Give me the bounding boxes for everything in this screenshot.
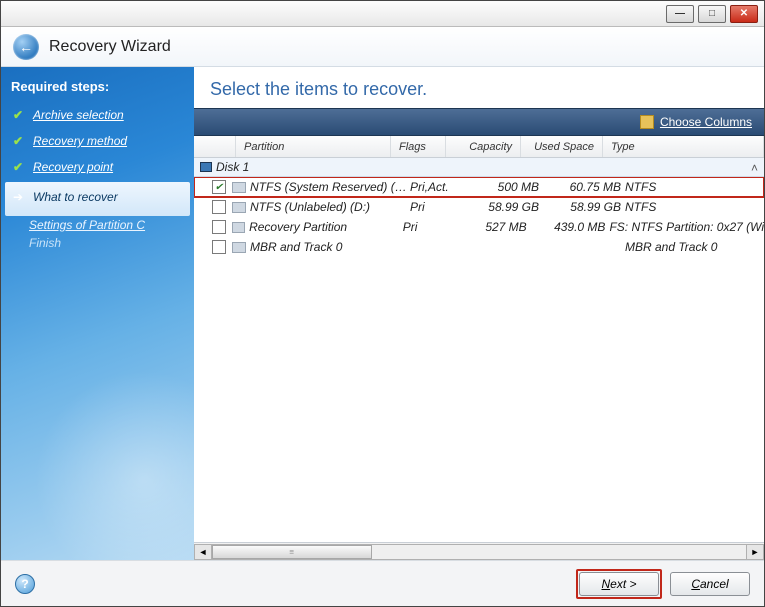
scroll-thumb[interactable]: ≡ bbox=[212, 545, 372, 559]
row-name: NTFS (Unlabeled) (D:) bbox=[250, 200, 410, 214]
sidebar-substep-settings-partition-c[interactable]: Settings of Partition C bbox=[29, 216, 184, 234]
main-panel: Select the items to recover. Choose Colu… bbox=[194, 67, 764, 560]
header: ← Recovery Wizard bbox=[1, 27, 764, 67]
step-link[interactable]: Archive selection bbox=[33, 108, 124, 122]
choose-columns-link[interactable]: Choose Columns bbox=[660, 115, 752, 129]
app-title: Recovery Wizard bbox=[49, 38, 171, 56]
titlebar: — □ ✕ bbox=[1, 1, 764, 27]
check-icon: ✔ bbox=[13, 134, 27, 148]
row-name: Recovery Partition bbox=[249, 220, 403, 234]
column-headers: Partition Flags Capacity Used Space Type bbox=[194, 136, 764, 158]
minimize-button[interactable]: — bbox=[666, 5, 694, 23]
row-capacity: 500 MB bbox=[464, 180, 539, 194]
sidebar: Required steps: ✔ Archive selection ✔ Re… bbox=[1, 67, 194, 560]
footer: ? Next > Cancel bbox=[1, 560, 764, 606]
sidebar-step-recovery-method[interactable]: ✔ Recovery method bbox=[11, 130, 184, 152]
row-name: MBR and Track 0 bbox=[250, 240, 410, 254]
instruction-text: Select the items to recover. bbox=[194, 67, 764, 108]
row-type: NTFS bbox=[621, 180, 764, 194]
row-type: NTFS bbox=[621, 200, 764, 214]
partition-icon bbox=[232, 222, 246, 233]
step-link[interactable]: Recovery method bbox=[33, 134, 127, 148]
next-button[interactable]: Next > bbox=[579, 572, 659, 596]
row-capacity: 58.99 GB bbox=[464, 200, 539, 214]
row-flags: Pri bbox=[403, 220, 455, 234]
partition-icon bbox=[232, 242, 246, 253]
sidebar-step-archive-selection[interactable]: ✔ Archive selection bbox=[11, 104, 184, 126]
current-step-label: What to recover bbox=[33, 190, 118, 204]
row-checkbox[interactable] bbox=[212, 200, 226, 214]
col-used[interactable]: Used Space bbox=[521, 136, 603, 157]
list-toolbar: Choose Columns bbox=[194, 108, 764, 136]
row-checkbox[interactable] bbox=[212, 240, 226, 254]
partition-icon bbox=[232, 182, 246, 193]
check-icon: ✔ bbox=[13, 108, 27, 122]
partition-row[interactable]: MBR and Track 0 MBR and Track 0 bbox=[194, 237, 764, 257]
sidebar-step-finish: Finish bbox=[29, 234, 184, 252]
arrow-right-icon: ➔ bbox=[13, 190, 27, 204]
horizontal-scrollbar[interactable]: ◄ ≡ ► bbox=[194, 542, 764, 560]
sidebar-heading: Required steps: bbox=[11, 79, 184, 94]
scroll-track[interactable]: ≡ bbox=[212, 544, 746, 560]
cancel-button[interactable]: Cancel bbox=[670, 572, 750, 596]
row-checkbox[interactable] bbox=[212, 220, 226, 234]
partition-row[interactable]: ✔ NTFS (System Reserved) (C:) Pri,Act. 5… bbox=[194, 177, 764, 197]
help-button[interactable]: ? bbox=[15, 574, 35, 594]
row-flags: Pri bbox=[410, 200, 464, 214]
row-flags: Pri,Act. bbox=[410, 180, 464, 194]
col-partition[interactable]: Partition bbox=[236, 136, 391, 157]
row-used: 58.99 GB bbox=[539, 200, 621, 214]
check-icon: ✔ bbox=[13, 160, 27, 174]
row-name: NTFS (System Reserved) (C:) bbox=[250, 180, 410, 194]
sidebar-step-what-to-recover: ➔ What to recover bbox=[5, 182, 190, 216]
col-capacity[interactable]: Capacity bbox=[446, 136, 521, 157]
arrow-left-icon: ← bbox=[19, 39, 33, 55]
row-used: 439.0 MB bbox=[527, 220, 606, 234]
row-type: MBR and Track 0 bbox=[621, 240, 764, 254]
partition-list: Disk 1 ˄ ✔ NTFS (System Reserved) (C:) P… bbox=[194, 158, 764, 542]
partition-row[interactable]: Recovery Partition Pri 527 MB 439.0 MB F… bbox=[194, 217, 764, 237]
recovery-wizard-window: — □ ✕ ← Recovery Wizard Required steps: … bbox=[0, 0, 765, 607]
columns-icon bbox=[640, 115, 654, 129]
partition-row[interactable]: NTFS (Unlabeled) (D:) Pri 58.99 GB 58.99… bbox=[194, 197, 764, 217]
maximize-button[interactable]: □ bbox=[698, 5, 726, 23]
scroll-left-icon[interactable]: ◄ bbox=[194, 544, 212, 560]
row-type: FS: NTFS Partition: 0x27 (Wi bbox=[605, 220, 764, 234]
row-used: 60.75 MB bbox=[539, 180, 621, 194]
sidebar-step-recovery-point[interactable]: ✔ Recovery point bbox=[11, 156, 184, 178]
row-checkbox[interactable]: ✔ bbox=[212, 180, 226, 194]
disk-icon bbox=[200, 162, 212, 172]
partition-icon bbox=[232, 202, 246, 213]
col-flags[interactable]: Flags bbox=[391, 136, 446, 157]
back-button[interactable]: ← bbox=[13, 34, 39, 60]
disk-label: Disk 1 bbox=[216, 160, 249, 174]
collapse-icon[interactable]: ˄ bbox=[751, 161, 758, 175]
step-link[interactable]: Recovery point bbox=[33, 160, 113, 174]
scroll-right-icon[interactable]: ► bbox=[746, 544, 764, 560]
disk-group-row[interactable]: Disk 1 ˄ bbox=[194, 158, 764, 177]
col-type[interactable]: Type bbox=[603, 136, 764, 157]
row-capacity: 527 MB bbox=[455, 220, 527, 234]
close-button[interactable]: ✕ bbox=[730, 5, 758, 23]
